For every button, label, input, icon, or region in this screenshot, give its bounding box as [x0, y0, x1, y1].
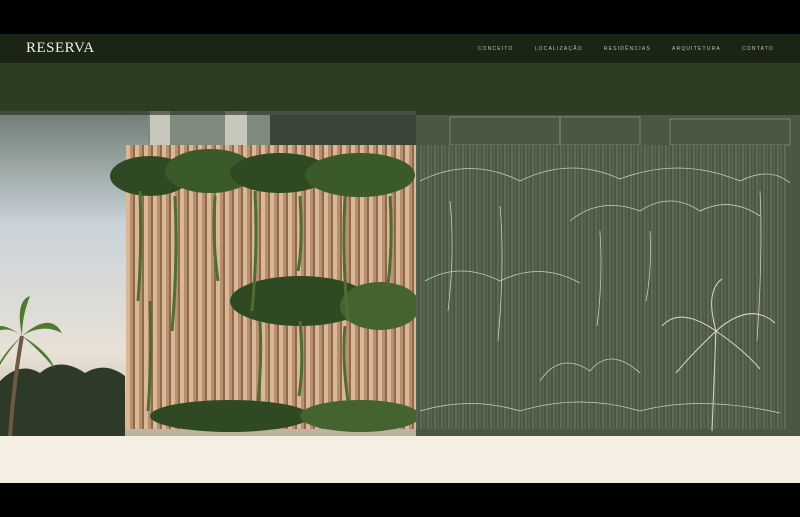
hero-image: [0, 111, 800, 436]
nav-item-contato[interactable]: CONTATO: [742, 46, 774, 52]
nav-item-arquitetura[interactable]: ARQUITETURA: [672, 46, 721, 52]
nav-item-conceito[interactable]: CONCEITO: [478, 46, 514, 52]
logo[interactable]: RESERVA: [26, 40, 95, 57]
site-header: RESERVA CONCEITO LOCALIZAÇÃO RESIDÊNCIAS…: [0, 34, 800, 63]
content-section: [0, 436, 800, 483]
letterbox-bottom: [0, 483, 800, 517]
facade-photo-image: [0, 111, 420, 436]
main-nav: CONCEITO LOCALIZAÇÃO RESIDÊNCIAS ARQUITE…: [478, 46, 774, 52]
website: RESERVA CONCEITO LOCALIZAÇÃO RESIDÊNCIAS…: [0, 34, 800, 483]
hero-illustration: [0, 111, 800, 436]
facade-sketch-image: [416, 111, 800, 436]
nav-item-localizacao[interactable]: LOCALIZAÇÃO: [535, 46, 583, 52]
green-band: [0, 63, 800, 111]
nav-item-residencias[interactable]: RESIDÊNCIAS: [604, 46, 651, 52]
letterbox-top: [0, 0, 800, 34]
